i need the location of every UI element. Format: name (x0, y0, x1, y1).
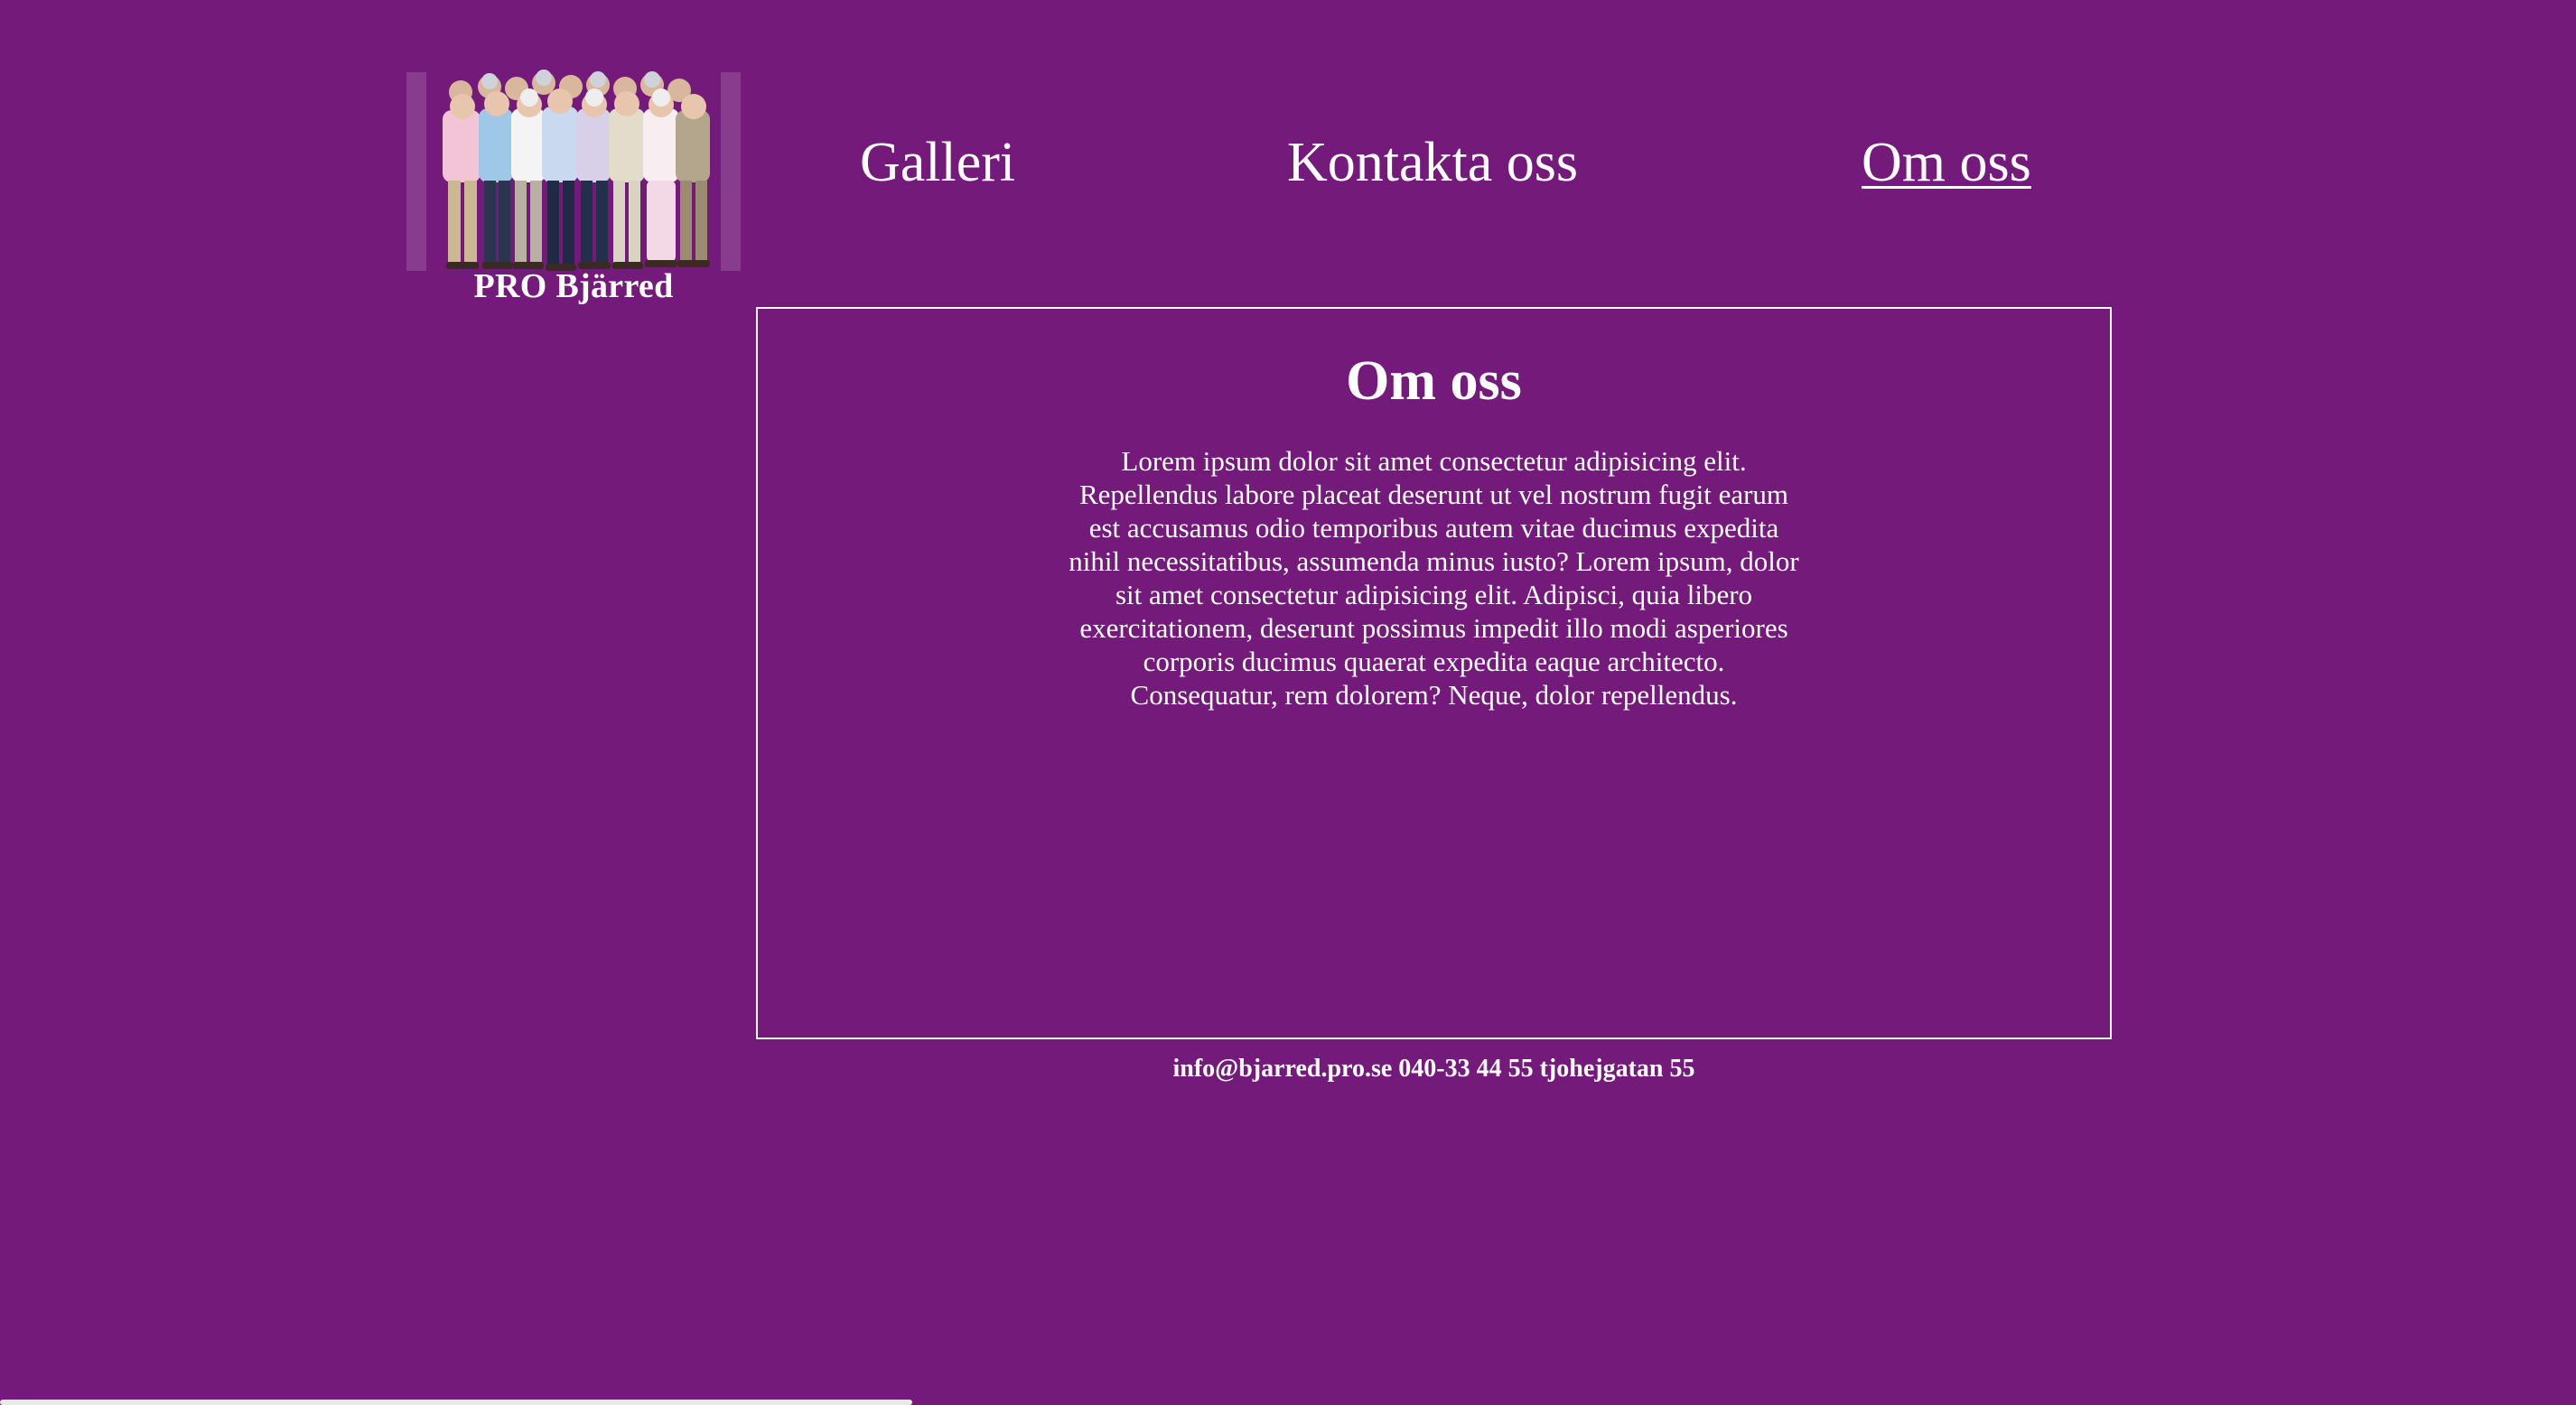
body-line: est accusamus odio temporibus autem vita… (1088, 512, 1779, 544)
page-title: Om oss (1346, 350, 1522, 412)
body-line: Lorem ipsum dolor sit amet consectetur a… (1121, 445, 1747, 477)
about-content-box: Om oss Lorem ipsum dolor sit amet consec… (756, 307, 2112, 1039)
body-line: Consequatur, rem dolorem? Neque, dolor r… (1130, 679, 1738, 711)
about-body-text: Lorem ipsum dolor sit amet consectetur a… (758, 444, 2110, 712)
nav-link-kontakta-oss[interactable]: Kontakta oss (1287, 122, 1578, 203)
body-line: Repellendus labore placeat deserunt ut v… (1078, 479, 1789, 510)
body-line: sit amet consectetur adipisicing elit. A… (1115, 579, 1753, 610)
body-line: nihil necessitatibus, assumenda minus iu… (1069, 545, 1799, 577)
nav-link-galleri[interactable]: Galleri (860, 122, 1015, 203)
body-line: corporis ducimus quaerat expedita eaque … (1143, 646, 1725, 677)
horizontal-scrollbar[interactable] (0, 1400, 912, 1405)
nav-link-om-oss[interactable]: Om oss (1862, 122, 2031, 203)
footer-contact-info: info@bjarred.pro.se 040-33 44 55 tjohejg… (1172, 1055, 1695, 1083)
body-line: exercitationem, deserunt possimus impedi… (1079, 612, 1788, 644)
main-navigation: Galleri Kontakta oss Om oss (0, 122, 2576, 203)
site-name: PRO Bjärred (473, 267, 674, 305)
